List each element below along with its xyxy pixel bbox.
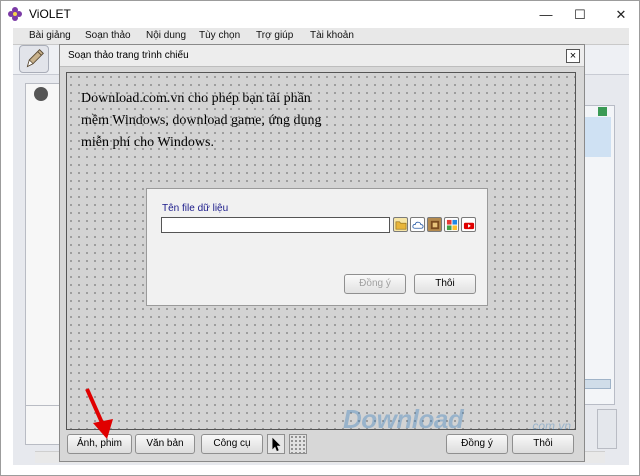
editor-close-button[interactable]: × (566, 49, 580, 63)
edit-tool-button[interactable] (19, 45, 49, 73)
youtube-button[interactable] (461, 217, 476, 232)
editor-ok-button[interactable]: Đồng ý (446, 434, 508, 454)
editor-title: Soạn thảo trang trình chiếu (68, 50, 189, 61)
cloud-icon (411, 221, 423, 229)
pencil-icon (26, 49, 44, 68)
menu-item-soan-thao[interactable]: Soạn thảo (85, 30, 131, 41)
watermark-logo: Download (343, 404, 464, 434)
cloud-source-button[interactable] (410, 217, 425, 232)
maximize-button[interactable]: ☐ (557, 1, 603, 28)
file-name-input[interactable] (161, 217, 390, 233)
menu-item-tro-giup[interactable]: Trợ giúp (256, 30, 293, 41)
select-tool-button[interactable] (267, 434, 285, 454)
media-library-icon (430, 220, 439, 229)
browse-folder-button[interactable] (393, 217, 408, 232)
minimize-icon: — (539, 7, 553, 22)
media-library-button[interactable] (427, 217, 442, 232)
app-title: ViOLET (29, 7, 71, 21)
lower-side-panel (597, 409, 617, 449)
menu-bar: Bài giảng Soạn thảo Nội dung Tùy chọn Tr… (13, 28, 629, 45)
navigation-circle-icon[interactable] (34, 87, 48, 101)
google-icon (446, 219, 457, 230)
notes-panel (25, 405, 61, 445)
file-name-label: Tên file dữ liệu (162, 203, 229, 214)
menu-item-bai-giang[interactable]: Bài giảng (29, 30, 71, 41)
file-dialog-cancel-button[interactable]: Thôi (414, 274, 476, 294)
watermark-suffix: .com.vn (529, 419, 572, 433)
maximize-icon: ☐ (574, 6, 586, 22)
grid-toggle-button[interactable] (289, 434, 307, 454)
status-indicator-icon (598, 107, 607, 116)
youtube-icon (463, 222, 474, 229)
cursor-icon (272, 437, 281, 452)
file-dialog-ok-button[interactable]: Đồng ý (344, 274, 406, 294)
slide-text-box[interactable]: Download.com.vn cho phép bạn tải phần mề… (81, 88, 341, 154)
tools-button[interactable]: Công cụ (201, 434, 263, 454)
editor-title-bar: Soạn thảo trang trình chiếu × (60, 45, 584, 67)
editor-cancel-button[interactable]: Thôi (512, 434, 574, 454)
violet-logo-icon (8, 7, 22, 21)
slide-list-panel (25, 83, 61, 413)
close-window-button[interactable]: ✕ (598, 1, 640, 28)
menu-item-tuy-chon[interactable]: Tùy chọn (199, 30, 240, 41)
google-search-button[interactable] (444, 217, 459, 232)
menu-item-tai-khoan[interactable]: Tài khoản (310, 30, 354, 41)
close-icon: ✕ (615, 6, 627, 22)
text-button[interactable]: Văn bản (135, 434, 195, 454)
menu-item-noi-dung[interactable]: Nội dung (146, 30, 186, 41)
title-bar: ViOLET — ☐ ✕ (1, 1, 639, 28)
properties-preview (583, 117, 611, 157)
violet-app-window: ViOLET — ☐ ✕ Bài giảng Soạn thảo Nội dun… (0, 0, 640, 476)
properties-scrollbar[interactable] (583, 379, 611, 389)
red-arrow-icon (85, 388, 113, 439)
file-input-dialog: Tên file dữ liệu Đồng ý Thôi (146, 188, 488, 306)
folder-icon (395, 220, 406, 229)
